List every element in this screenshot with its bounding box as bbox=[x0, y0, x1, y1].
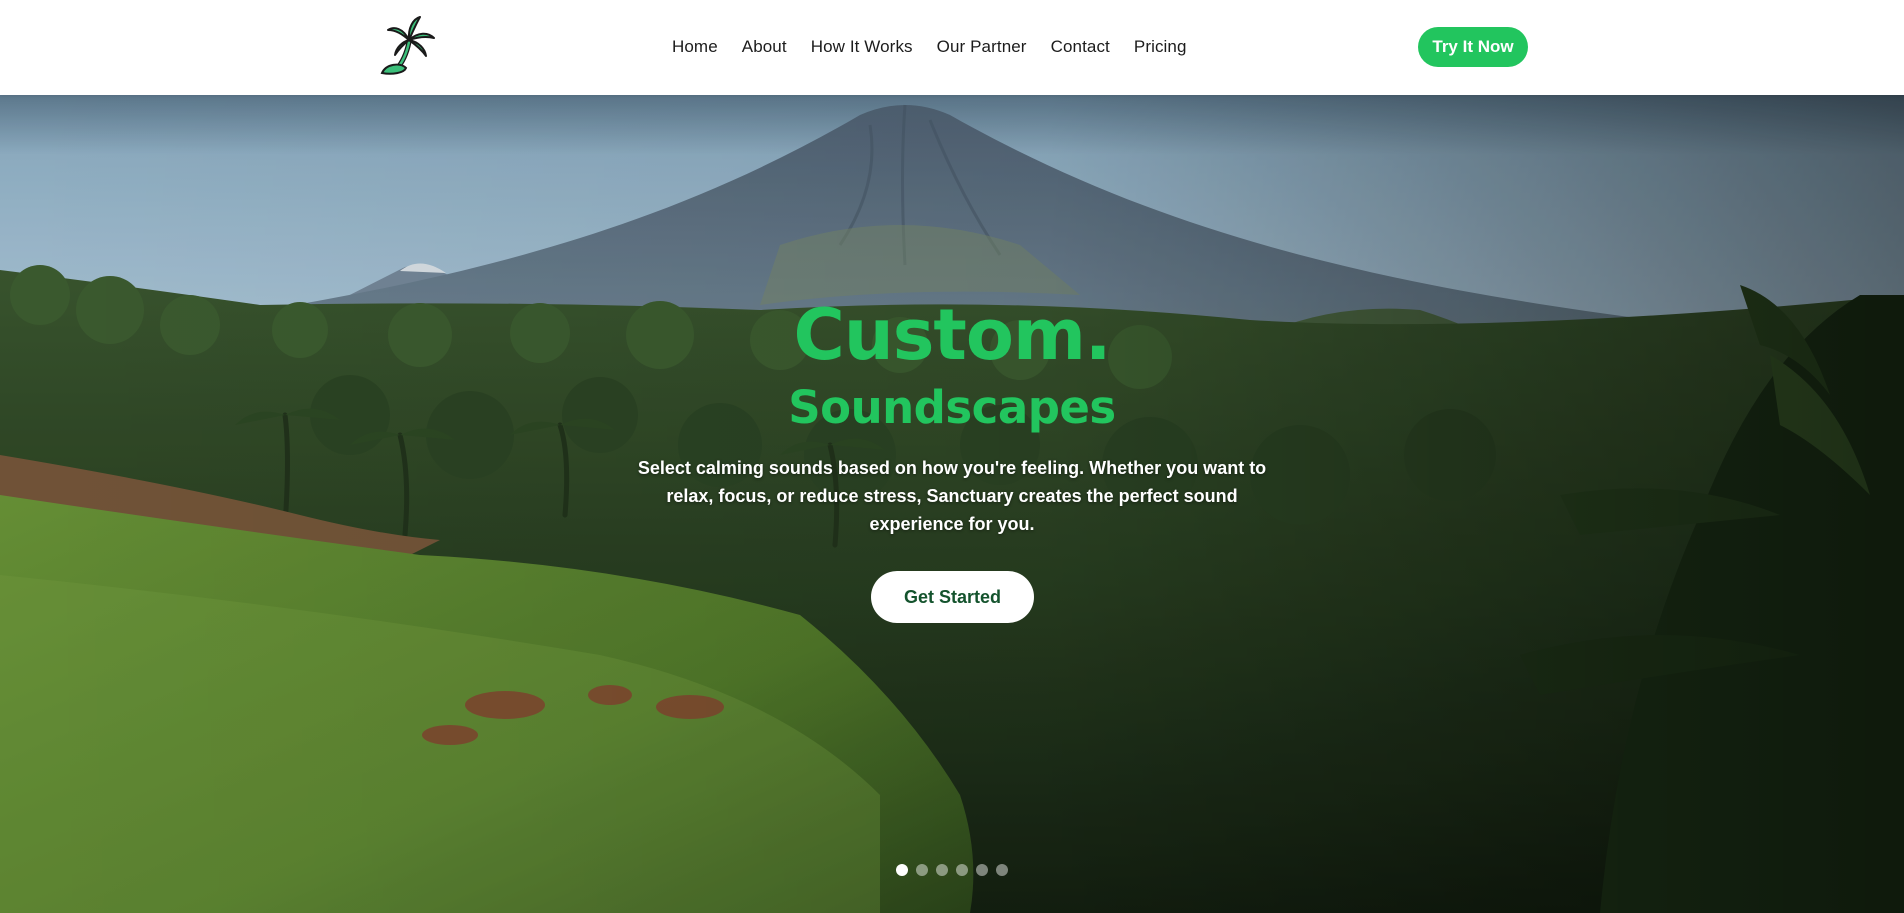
slide-indicators bbox=[0, 864, 1904, 876]
nav-our-partner[interactable]: Our Partner bbox=[937, 36, 1027, 58]
nav-about[interactable]: About bbox=[742, 36, 787, 58]
hero-section: Custom. Soundscapes Select calming sound… bbox=[0, 95, 1904, 913]
slide-dot-5[interactable] bbox=[976, 864, 988, 876]
nav-home[interactable]: Home bbox=[672, 36, 718, 58]
palm-tree-icon[interactable] bbox=[378, 14, 440, 76]
slide-dot-4[interactable] bbox=[956, 864, 968, 876]
slide-dot-1[interactable] bbox=[896, 864, 908, 876]
hero-subtitle: Soundscapes bbox=[788, 381, 1116, 434]
site-header: Home About How It Works Our Partner Cont… bbox=[0, 0, 1904, 95]
hero-title: Custom. bbox=[793, 294, 1112, 376]
nav-contact[interactable]: Contact bbox=[1051, 36, 1110, 58]
try-it-now-button[interactable]: Try It Now bbox=[1418, 27, 1528, 67]
slide-dot-3[interactable] bbox=[936, 864, 948, 876]
nav-pricing[interactable]: Pricing bbox=[1134, 36, 1187, 58]
hero-description: Select calming sounds based on how you'r… bbox=[637, 458, 1267, 534]
nav-how-it-works[interactable]: How It Works bbox=[811, 36, 913, 58]
get-started-button[interactable]: Get Started bbox=[871, 571, 1034, 623]
slide-dot-6[interactable] bbox=[996, 864, 1008, 876]
main-nav: Home About How It Works Our Partner Cont… bbox=[672, 36, 1187, 58]
slide-dot-2[interactable] bbox=[916, 864, 928, 876]
